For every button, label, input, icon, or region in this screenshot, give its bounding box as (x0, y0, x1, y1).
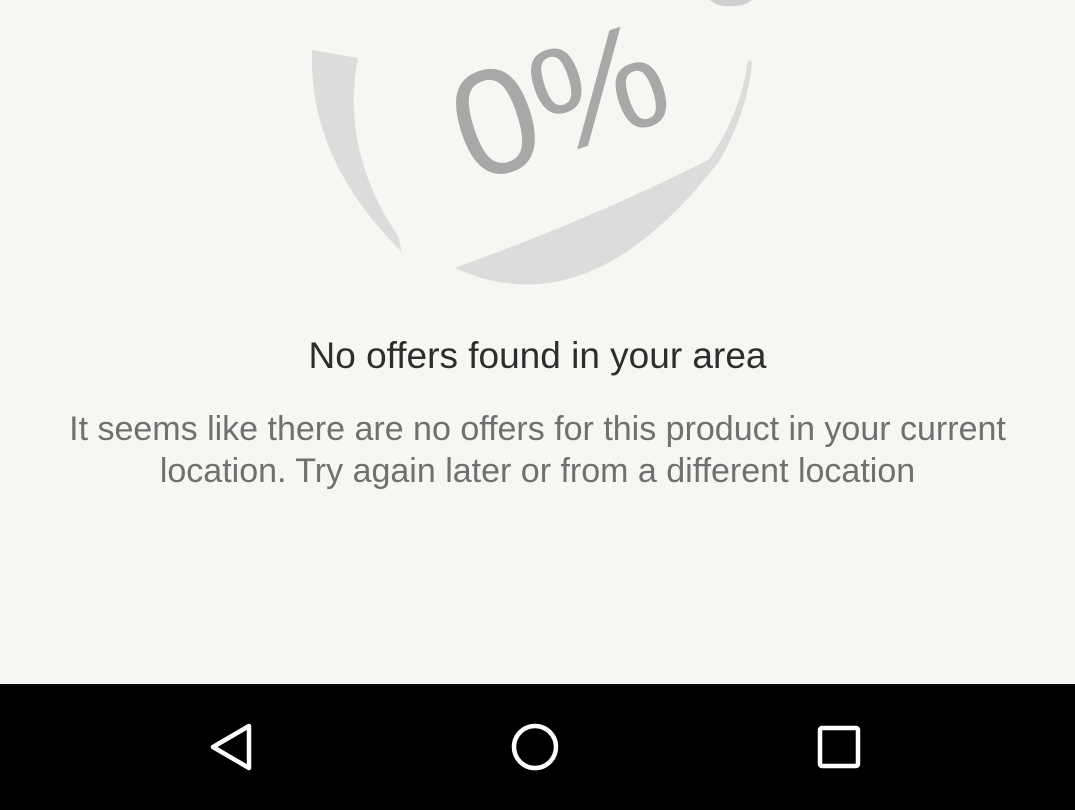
system-navigation-bar (0, 684, 1075, 810)
recents-square-icon (817, 725, 861, 769)
recents-button[interactable] (779, 684, 899, 810)
home-circle-icon (511, 723, 559, 771)
home-button[interactable] (475, 684, 595, 810)
discount-tag-icon: 0% (311, 0, 752, 285)
empty-state-container: 0% No offers found in your area It seems… (0, 0, 1075, 684)
illustration-percent-text: 0% (430, 0, 688, 214)
back-button[interactable] (172, 684, 292, 810)
offers-screen: 0% No offers found in your area It seems… (0, 0, 1075, 810)
empty-state-title: No offers found in your area (308, 335, 767, 376)
back-triangle-icon (210, 723, 252, 771)
empty-state-message: It seems like there are no offers for th… (69, 410, 1006, 490)
